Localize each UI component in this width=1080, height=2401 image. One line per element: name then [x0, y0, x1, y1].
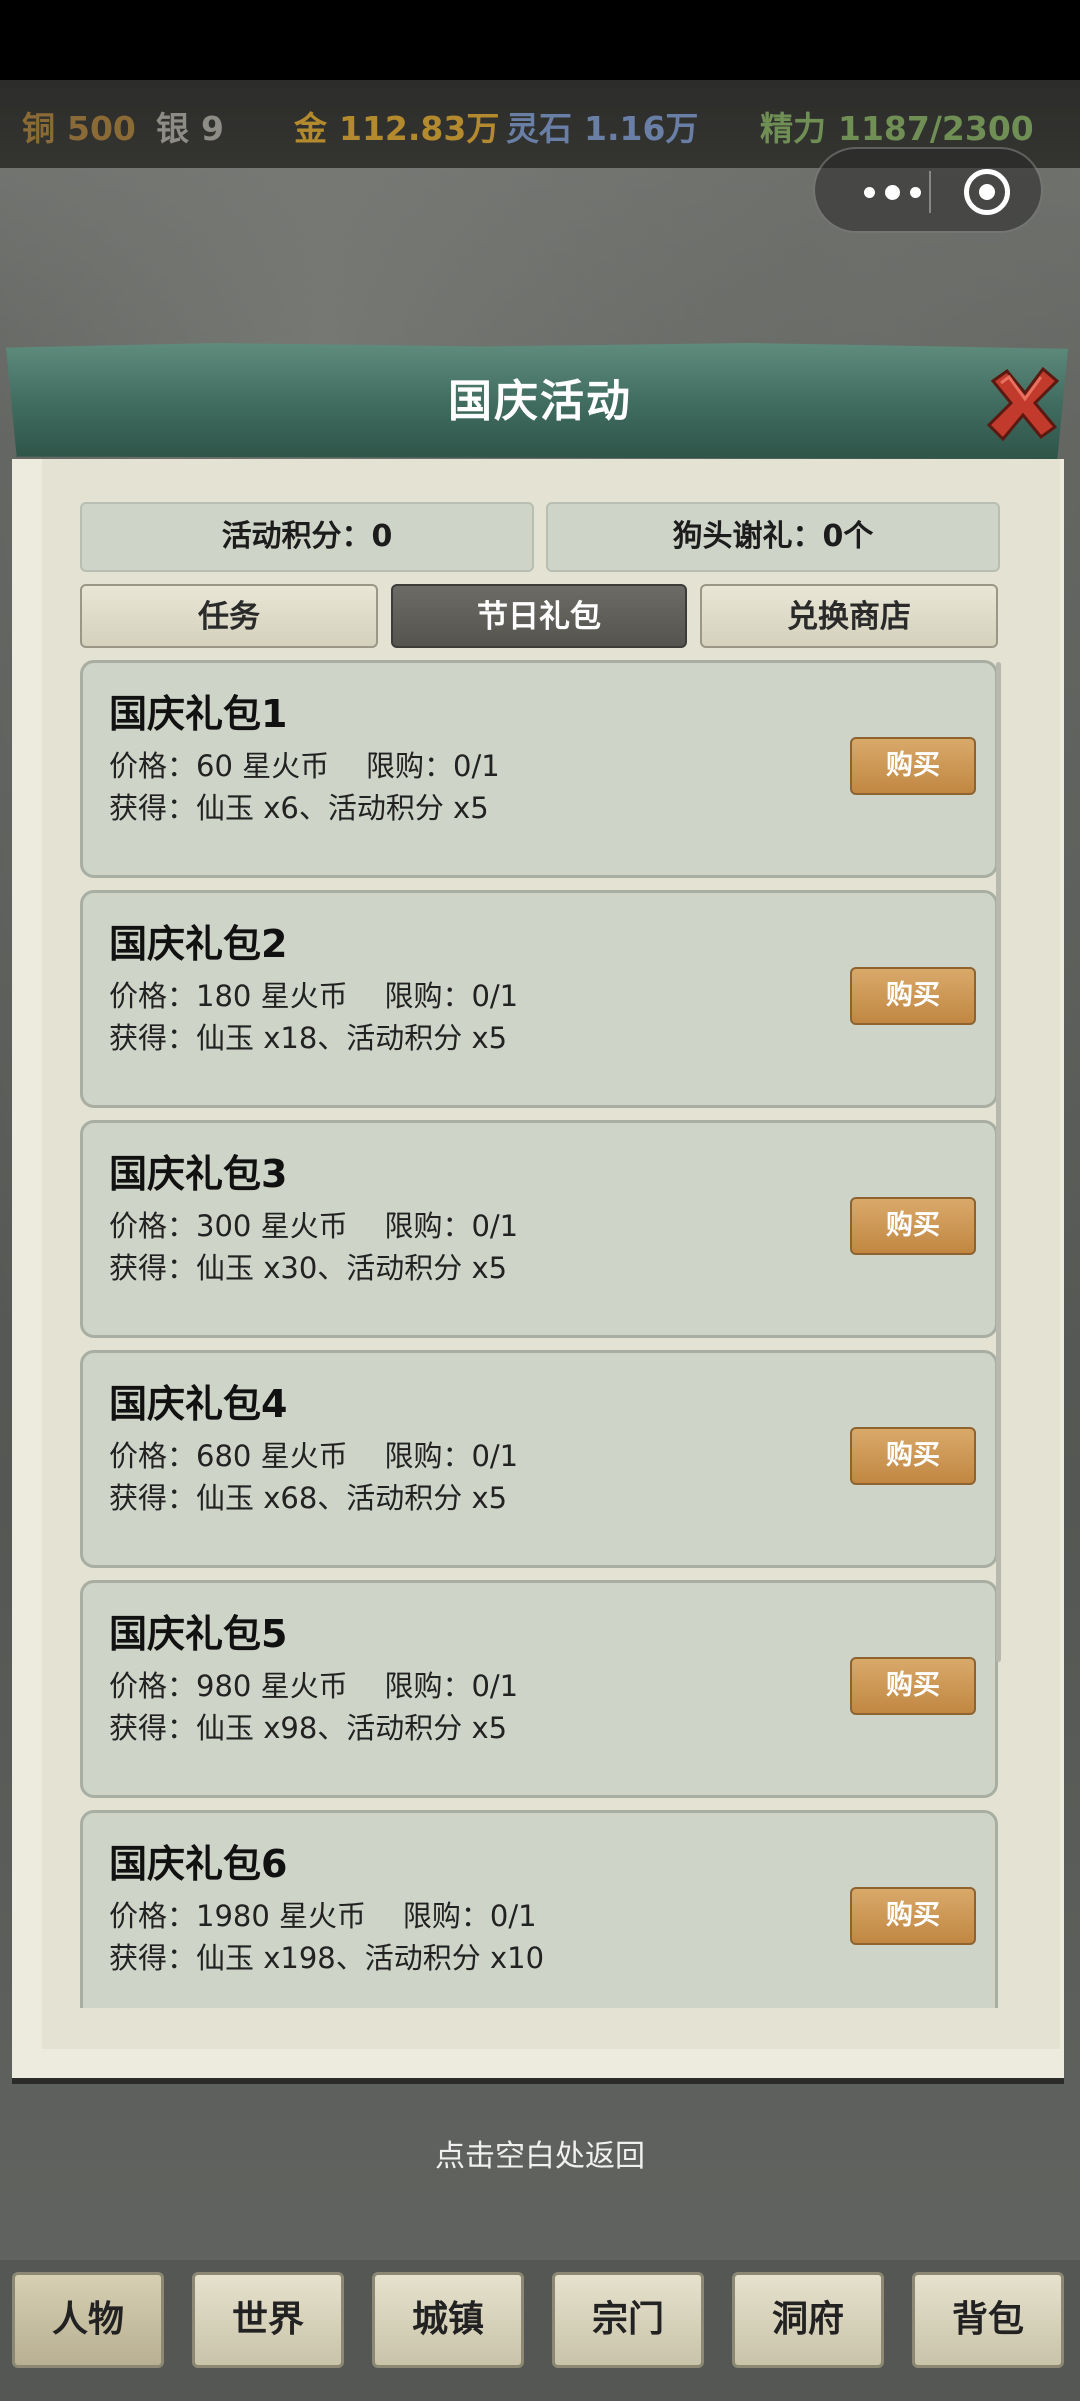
tap-to-return-hint[interactable]: 点击空白处返回 [0, 2131, 1080, 2175]
package-card: 国庆礼包6 价格：1980 星火币 限购：0/1 获得：仙玉 x198、活动积分… [80, 1810, 998, 2008]
nav-town[interactable]: 城镇 [372, 2272, 524, 2368]
package-card: 国庆礼包5 价格：980 星火币 限购：0/1 获得：仙玉 x98、活动积分 x… [80, 1580, 998, 1798]
buy-button[interactable]: 购买 [850, 1887, 976, 1945]
buy-button[interactable]: 购买 [850, 967, 976, 1025]
package-name: 国庆礼包2 [109, 922, 288, 966]
package-name: 国庆礼包3 [109, 1152, 288, 1196]
package-price: 价格：60 星火币 限购：0/1 [109, 749, 500, 783]
buy-button[interactable]: 购买 [850, 1427, 976, 1485]
activity-points: 活动积分：0 [80, 502, 534, 572]
package-name: 国庆礼包1 [109, 692, 288, 736]
tab-holiday-packs[interactable]: 节日礼包 [391, 584, 687, 648]
package-name: 国庆礼包4 [109, 1382, 288, 1426]
modal-title: 国庆活动 [448, 376, 632, 427]
package-price: 价格：680 星火币 限购：0/1 [109, 1439, 519, 1473]
copper-resource: 铜 500 [22, 109, 136, 148]
silver-resource: 银9 [156, 109, 224, 148]
status-bar [0, 0, 1080, 80]
gold-resource: 金 112.83万 [294, 109, 500, 148]
close-miniprogram-icon[interactable] [964, 169, 1010, 215]
package-reward: 获得：仙玉 x98、活动积分 x5 [109, 1711, 508, 1745]
nav-character[interactable]: 人物 [12, 2272, 164, 2368]
spirit-stone-resource: 灵石 1.16万 [506, 109, 699, 148]
package-card: 国庆礼包4 价格：680 星火币 限购：0/1 获得：仙玉 x68、活动积分 x… [80, 1350, 998, 1568]
nav-world[interactable]: 世界 [192, 2272, 344, 2368]
scrollbar[interactable] [996, 662, 1001, 1662]
miniprogram-capsule [813, 147, 1043, 233]
nav-bag[interactable]: 背包 [912, 2272, 1064, 2368]
thanks-gift-count: 狗头谢礼：0个 [546, 502, 1000, 572]
package-list[interactable]: 国庆礼包1 价格：60 星火币 限购：0/1 获得：仙玉 x6、活动积分 x5 … [80, 660, 1000, 2008]
energy-resource: 精力 1187/2300 [760, 109, 1034, 148]
tab-tasks[interactable]: 任务 [80, 584, 378, 648]
package-price: 价格：1980 星火币 限购：0/1 [109, 1899, 537, 1933]
package-price: 价格：300 星火币 限购：0/1 [109, 1209, 519, 1243]
package-reward: 获得：仙玉 x198、活动积分 x10 [109, 1941, 545, 1975]
package-name: 国庆礼包6 [109, 1842, 288, 1886]
package-card: 国庆礼包1 价格：60 星火币 限购：0/1 获得：仙玉 x6、活动积分 x5 … [80, 660, 998, 878]
nav-sect[interactable]: 宗门 [552, 2272, 704, 2368]
close-icon [986, 366, 1060, 442]
package-reward: 获得：仙玉 x18、活动积分 x5 [109, 1021, 508, 1055]
package-card: 国庆礼包2 价格：180 星火币 限购：0/1 获得：仙玉 x18、活动积分 x… [80, 890, 998, 1108]
package-card: 国庆礼包3 价格：300 星火币 限购：0/1 获得：仙玉 x30、活动积分 x… [80, 1120, 998, 1338]
package-price: 价格：180 星火币 限购：0/1 [109, 979, 519, 1013]
buy-button[interactable]: 购买 [850, 1197, 976, 1255]
package-price: 价格：980 星火币 限购：0/1 [109, 1669, 519, 1703]
buy-button[interactable]: 购买 [850, 1657, 976, 1715]
close-button[interactable] [983, 363, 1063, 443]
package-name: 国庆礼包5 [109, 1612, 288, 1656]
capsule-divider [929, 171, 931, 213]
package-reward: 获得：仙玉 x6、活动积分 x5 [109, 791, 489, 825]
package-reward: 获得：仙玉 x68、活动积分 x5 [109, 1481, 508, 1515]
more-icon[interactable] [847, 179, 937, 205]
nav-cave[interactable]: 洞府 [732, 2272, 884, 2368]
package-reward: 获得：仙玉 x30、活动积分 x5 [109, 1251, 508, 1285]
buy-button[interactable]: 购买 [850, 737, 976, 795]
tab-exchange-shop[interactable]: 兑换商店 [700, 584, 998, 648]
